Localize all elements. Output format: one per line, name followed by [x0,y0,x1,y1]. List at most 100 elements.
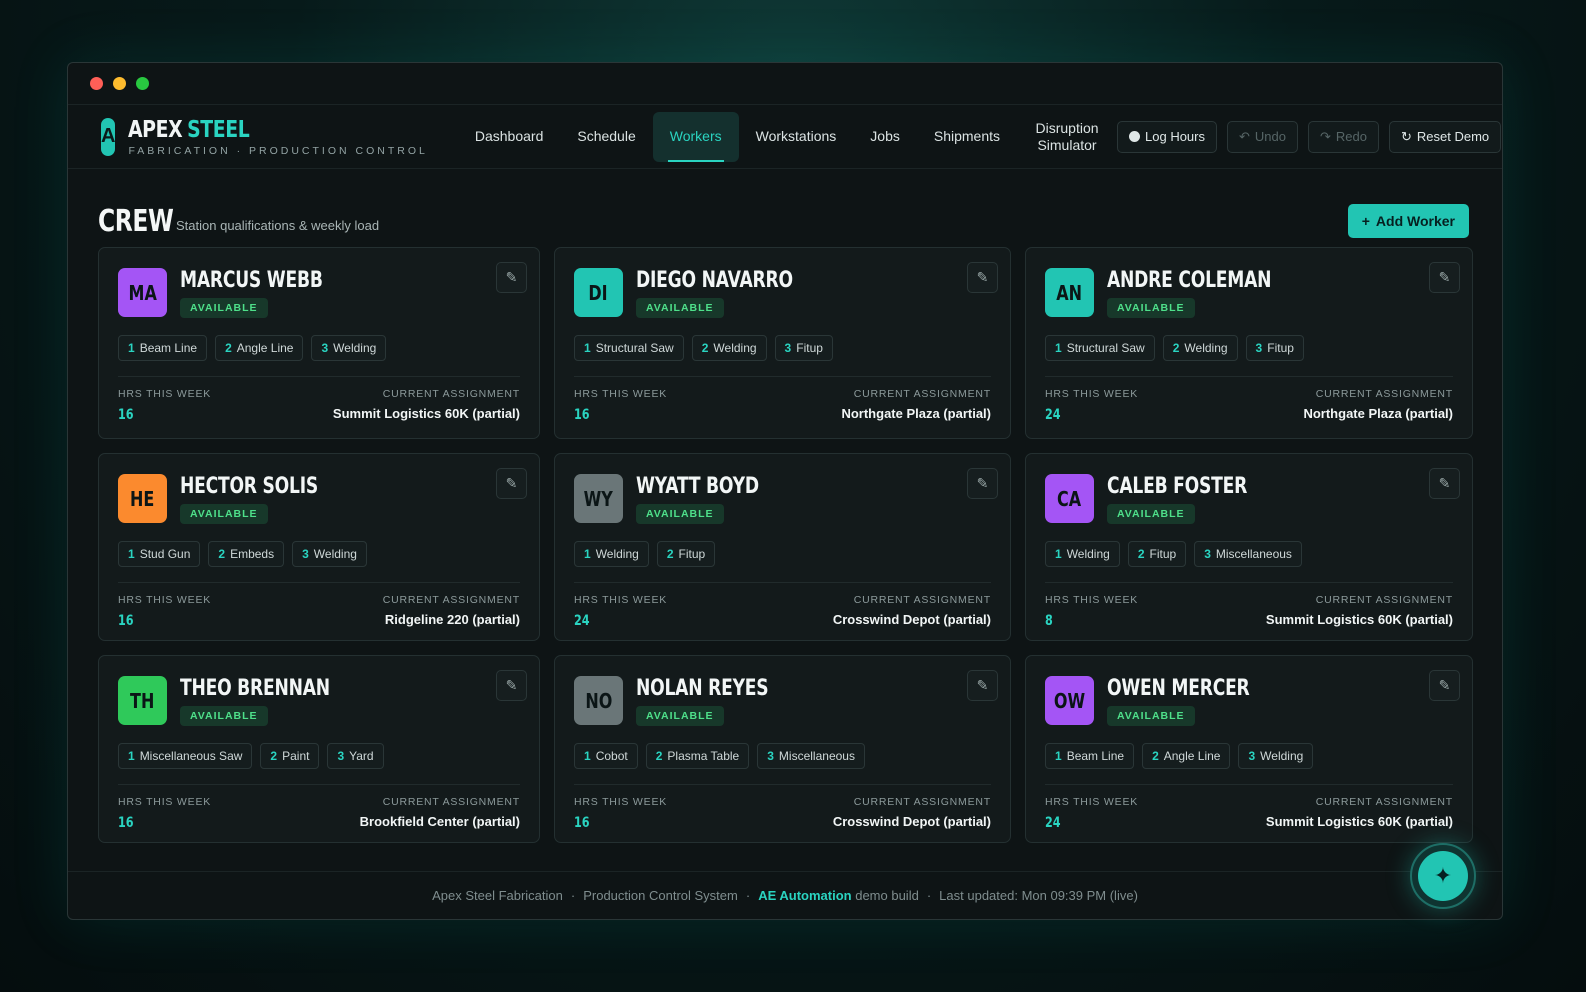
assignment-value: Summit Logistics 60K (partial) [1265,814,1453,829]
nav-jobs[interactable]: Jobs [853,112,917,162]
edit-icon[interactable]: ✎ [967,468,998,499]
qualifications-list: 1 Structural Saw 2 Welding 3 Fitup [1045,335,1453,361]
nav-workers[interactable]: Workers [652,111,739,162]
hours-label: HRS THIS WEEK [118,388,212,400]
qualification-chip: 3 Welding [311,335,387,361]
worker-card[interactable]: NO NOLAN REYES AVAILABLE ✎ 1 Cobot 2 Plasma… [554,655,1011,843]
hours-label: HRS THIS WEEK [574,388,668,400]
footer-accent[interactable]: AE Automation [758,888,851,903]
sparkle-icon: ✦ [1418,851,1468,901]
qualifications-list: 1 Miscellaneous Saw 2 Paint 3 Yard [118,743,520,769]
avatar: OW [1045,676,1094,725]
app-logo[interactable]: A [101,117,116,156]
edit-icon[interactable]: ✎ [1429,468,1460,499]
divider [574,784,991,785]
add-worker-button[interactable]: + Add Worker [1347,204,1469,238]
qualifications-list: 1 Beam Line 2 Angle Line 3 Welding [118,335,520,361]
worker-stats: HRS THIS WEEK 16 CURRENT ASSIGNMENT Broo… [118,796,520,831]
qualification-chip: 3 Fitup [774,335,833,361]
status-badge: AVAILABLE [180,298,268,318]
qualification-chip: 1 Welding [574,541,649,567]
assignment-value: Summit Logistics 60K (partial) [332,406,520,421]
status-badge: AVAILABLE [636,504,724,524]
hours-label: HRS THIS WEEK [574,594,668,606]
worker-card[interactable]: AN ANDRE COLEMAN AVAILABLE ✎ 1 Structural… [1025,247,1473,439]
page-subtitle: Station qualifications & weekly load [176,217,380,233]
qualification-chip: 2 Plasma Table [645,743,750,769]
worker-card[interactable]: WY WYATT BOYD AVAILABLE ✎ 1 Welding 2 Fitup… [554,453,1011,641]
worker-stats: HRS THIS WEEK 16 CURRENT ASSIGNMENT Cros… [574,796,991,831]
brand: APEX STEEL FABRICATION · PRODUCTION CONTR… [128,117,427,157]
assistant-fab-button[interactable]: ✦ [1410,843,1476,909]
qualification-chip: 2 Fitup [1127,541,1187,567]
hours-label: HRS THIS WEEK [118,594,212,606]
status-badge: AVAILABLE [1107,706,1195,726]
qualification-chip: 1 Structural Saw [1045,335,1155,361]
divider [574,376,991,377]
qualifications-list: 1 Welding 2 Fitup 3 Miscellaneous [1045,541,1453,567]
worker-name: DIEGO NAVARRO [636,268,793,293]
assignment-label: CURRENT ASSIGNMENT [853,796,991,808]
close-window-button[interactable] [90,77,103,90]
worker-name: ANDRE COLEMAN [1107,268,1272,293]
edit-icon[interactable]: ✎ [967,262,998,293]
assignment-label: CURRENT ASSIGNMENT [1315,796,1453,808]
edit-icon[interactable]: ✎ [496,468,527,499]
edit-icon[interactable]: ✎ [1429,262,1460,293]
undo-icon: ↶ [1239,128,1250,144]
divider [1045,582,1453,583]
hours-value: 24 [1045,407,1061,423]
nav-schedule[interactable]: Schedule [560,112,652,162]
reset-demo-button[interactable]: ↻ Reset Demo [1388,120,1502,153]
last-updated: Last updated: Mon 09:39 PM (live) [939,888,1138,903]
assignment-label: CURRENT ASSIGNMENT [382,388,520,400]
minimize-window-button[interactable] [113,77,126,90]
assignment-value: Northgate Plaza (partial) [841,406,991,421]
qualification-chip: 3 Yard [327,743,384,769]
worker-grid: MA MARCUS WEBB AVAILABLE ✎ 1 Beam Line 2 An… [98,247,1473,843]
qualification-chip: 1 Cobot [574,743,638,769]
nav-dashboard[interactable]: Dashboard [458,112,561,162]
hours-value: 16 [118,613,134,629]
worker-card[interactable]: OW OWEN MERCER AVAILABLE ✎ 1 Beam Line 2 An… [1025,655,1473,843]
nav-shipments[interactable]: Shipments [917,112,1017,162]
qualification-chip: 3 Welding [292,541,367,567]
qualifications-list: 1 Stud Gun 2 Embeds 3 Welding [118,541,520,567]
edit-icon[interactable]: ✎ [496,262,527,293]
nav-disruption-simulator[interactable]: Disruption Simulator [1017,112,1117,162]
edit-icon[interactable]: ✎ [1429,670,1460,701]
qualification-chip: 3 Welding [1238,743,1314,769]
hours-value: 8 [1045,613,1053,629]
worker-stats: HRS THIS WEEK 24 CURRENT ASSIGNMENT Nort… [1045,388,1453,423]
qualification-chip: 2 Paint [260,743,320,769]
log-hours-button[interactable]: Log Hours [1117,120,1217,153]
worker-card[interactable]: HE HECTOR SOLIS AVAILABLE ✎ 1 Stud Gun 2 Em… [98,453,540,641]
assignment-label: CURRENT ASSIGNMENT [382,594,520,606]
redo-button[interactable]: ↷ Redo [1307,120,1379,153]
hours-value: 24 [574,613,590,629]
qualification-chip: 1 Welding [1045,541,1120,567]
worker-card[interactable]: TH THEO BRENNAN AVAILABLE ✎ 1 Miscellaneo… [98,655,540,843]
worker-card[interactable]: MA MARCUS WEBB AVAILABLE ✎ 1 Beam Line 2 An… [98,247,540,439]
avatar: NO [574,676,623,725]
qualification-chip: 1 Beam Line [118,335,208,361]
worker-name: THEO BRENNAN [180,676,330,701]
nav-workstations[interactable]: Workstations [739,112,854,162]
hours-value: 24 [1045,815,1061,831]
divider [118,784,520,785]
hours-label: HRS THIS WEEK [1045,796,1139,808]
avatar: DI [574,268,623,317]
divider [1045,376,1453,377]
header-actions: Log Hours ↶ Undo ↷ Redo ↻ Reset Demo [1117,120,1502,153]
edit-icon[interactable]: ✎ [496,670,527,701]
status-badge: AVAILABLE [1107,298,1195,318]
worker-card[interactable]: DI DIEGO NAVARRO AVAILABLE ✎ 1 Structural… [554,247,1011,439]
clock-icon [1129,131,1141,142]
undo-button[interactable]: ↶ Undo [1227,120,1298,153]
assignment-value: Brookfield Center (partial) [359,814,520,829]
edit-icon[interactable]: ✎ [967,670,998,701]
avatar: MA [118,268,167,317]
maximize-window-button[interactable] [136,77,149,90]
worker-name: CALEB FOSTER [1107,474,1248,499]
worker-card[interactable]: CA CALEB FOSTER AVAILABLE ✎ 1 Welding 2 Fit… [1025,453,1473,641]
